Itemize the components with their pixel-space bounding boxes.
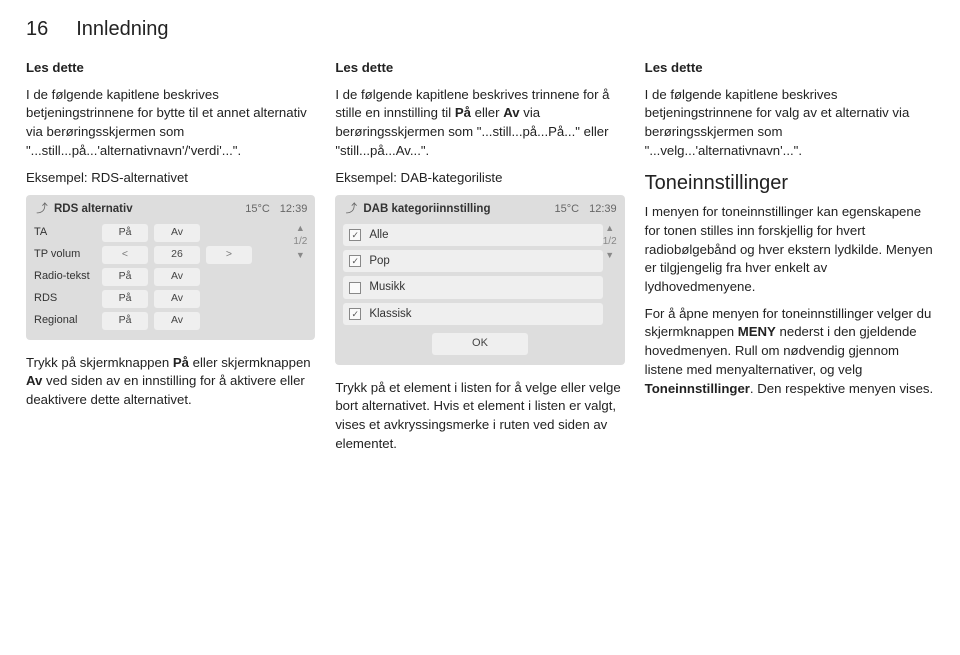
chevron-down-icon[interactable]: ▼ — [296, 251, 305, 260]
table-row: TA På Av — [34, 224, 293, 242]
table-row: Regional På Av — [34, 312, 293, 330]
back-icon[interactable]: ⤴ — [34, 201, 50, 217]
on-button[interactable]: På — [102, 268, 148, 286]
col3-paragraph-1: I de følgende kapitlene beskrives betjen… — [645, 86, 934, 161]
col1-paragraph-3: Trykk på skjermknappen På eller skjermkn… — [26, 354, 315, 410]
rds-panel: ⤴ RDS alternativ 15°C 12:39 TA På Av TP … — [26, 195, 315, 339]
text-bold: Av — [503, 105, 519, 120]
les-dette-heading: Les dette — [335, 59, 624, 78]
panel-temp: 15°C — [555, 202, 580, 218]
table-row: RDS På Av — [34, 290, 293, 308]
page-header: 16 Innledning — [26, 18, 934, 41]
chevron-right-icon[interactable]: > — [206, 246, 252, 264]
text-fragment: ved siden av en innstilling for å aktive… — [26, 373, 305, 407]
chevron-up-icon[interactable]: ▲ — [605, 224, 614, 233]
list-item[interactable]: ✓ Klassisk — [343, 303, 602, 325]
panel-temp: 15°C — [245, 202, 270, 218]
panel-clock: 12:39 — [280, 202, 308, 218]
list-item-label: Alle — [369, 227, 388, 243]
checkbox-icon[interactable] — [349, 282, 361, 294]
text-fragment: Trykk på skjermknappen — [26, 355, 173, 370]
column-2: Les dette I de følgende kapitlene beskri… — [335, 59, 624, 462]
panel-title: DAB kategoriinnstilling — [363, 201, 550, 217]
panel-header: ⤴ RDS alternativ 15°C 12:39 — [34, 201, 307, 217]
chevron-left-icon[interactable]: < — [102, 246, 148, 264]
page-indicator: 1/2 — [293, 235, 307, 249]
list-item-label: Pop — [369, 253, 389, 269]
text-bold: Toneinnstillinger — [645, 381, 750, 396]
off-button[interactable]: Av — [154, 312, 200, 330]
off-button[interactable]: Av — [154, 268, 200, 286]
text-bold: Av — [26, 373, 42, 388]
col1-paragraph-2: Eksempel: RDS-alternativet — [26, 169, 315, 188]
panel-rows: TA På Av TP volum < 26 > Radio-tekst På … — [34, 224, 293, 330]
panel-title: RDS alternativ — [54, 201, 241, 217]
columns: Les dette I de følgende kapitlene beskri… — [26, 59, 934, 462]
page-number: 16 — [26, 18, 48, 41]
off-button[interactable]: Av — [154, 224, 200, 242]
les-dette-heading: Les dette — [645, 59, 934, 78]
col2-paragraph-2: Eksempel: DAB-kategoriliste — [335, 169, 624, 188]
checkbox-icon[interactable]: ✓ — [349, 255, 361, 267]
panel-rows: ✓ Alle ✓ Pop Musikk ✓ Klassisk — [343, 224, 602, 325]
panel-header: ⤴ DAB kategoriinnstilling 15°C 12:39 — [343, 201, 616, 217]
row-label: TP volum — [34, 247, 96, 263]
page-indicator: 1/2 — [603, 235, 617, 249]
row-label: RDS — [34, 291, 96, 307]
chapter-title: Innledning — [76, 18, 168, 41]
les-dette-heading: Les dette — [26, 59, 315, 78]
list-item-label: Musikk — [369, 279, 405, 295]
table-row: TP volum < 26 > — [34, 246, 293, 264]
on-button[interactable]: På — [102, 224, 148, 242]
list-item[interactable]: ✓ Pop — [343, 250, 602, 272]
text-bold: MENY — [738, 324, 776, 339]
chevron-down-icon[interactable]: ▼ — [605, 251, 614, 260]
row-label: Radio-tekst — [34, 269, 96, 285]
list-item-label: Klassisk — [369, 306, 411, 322]
chevron-up-icon[interactable]: ▲ — [296, 224, 305, 233]
on-button[interactable]: På — [102, 290, 148, 308]
col2-paragraph-1: I de følgende kapitlene beskrives trinne… — [335, 86, 624, 161]
column-3: Les dette I de følgende kapitlene beskri… — [645, 59, 934, 462]
checkbox-icon[interactable]: ✓ — [349, 229, 361, 241]
pager[interactable]: ▲ 1/2 ▼ — [603, 224, 617, 325]
row-label: Regional — [34, 313, 96, 329]
ok-button[interactable]: OK — [432, 333, 528, 355]
list-item[interactable]: ✓ Alle — [343, 224, 602, 246]
list-item[interactable]: Musikk — [343, 276, 602, 298]
col1-paragraph-1: I de følgende kapitlene beskrives betjen… — [26, 86, 315, 161]
off-button[interactable]: Av — [154, 290, 200, 308]
text-fragment: . Den respektive menyen vises. — [750, 381, 933, 396]
text-bold: På — [173, 355, 189, 370]
checkbox-icon[interactable]: ✓ — [349, 308, 361, 320]
back-icon[interactable]: ⤴ — [343, 201, 359, 217]
col2-paragraph-3: Trykk på et element i listen for å velge… — [335, 379, 624, 454]
text-fragment: eller — [471, 105, 503, 120]
column-1: Les dette I de følgende kapitlene beskri… — [26, 59, 315, 462]
on-button[interactable]: På — [102, 312, 148, 330]
col3-paragraph-3: For å åpne menyen for toneinnstillinger … — [645, 305, 934, 399]
table-row: Radio-tekst På Av — [34, 268, 293, 286]
section-heading: Toneinnstillinger — [645, 169, 934, 197]
text-bold: På — [455, 105, 471, 120]
volume-value: 26 — [154, 246, 200, 264]
pager[interactable]: ▲ 1/2 ▼ — [293, 224, 307, 330]
col3-paragraph-2: I menyen for toneinnstillinger kan egens… — [645, 203, 934, 297]
row-label: TA — [34, 225, 96, 241]
text-fragment: eller skjermknappen — [189, 355, 311, 370]
panel-clock: 12:39 — [589, 202, 617, 218]
dab-panel: ⤴ DAB kategoriinnstilling 15°C 12:39 ✓ A… — [335, 195, 624, 364]
